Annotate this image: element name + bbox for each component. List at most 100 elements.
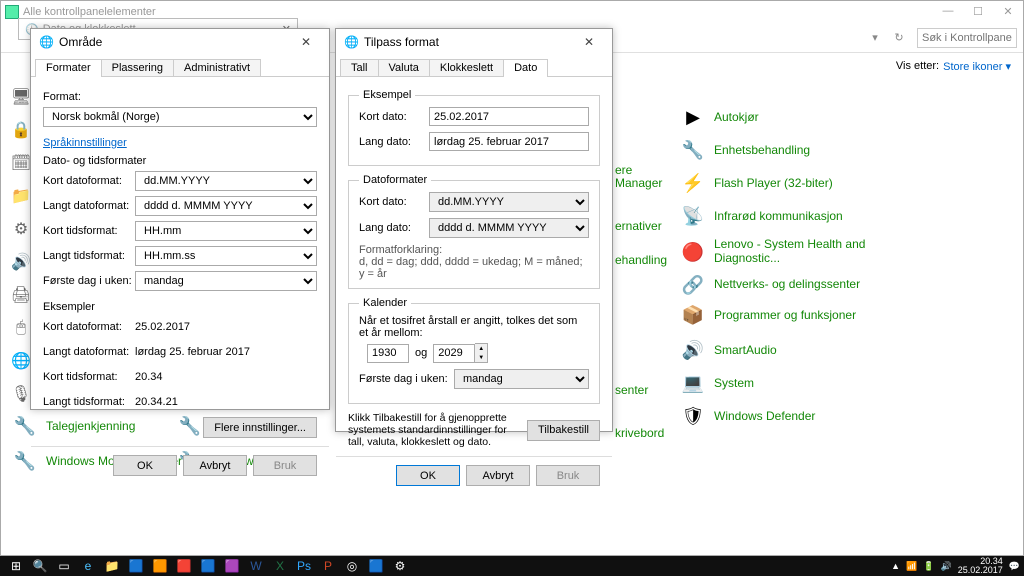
ok-button[interactable]: OK xyxy=(113,455,177,476)
cp-item[interactable]: 🔧Enhetsbehandling xyxy=(680,135,810,165)
photoshop-icon[interactable]: Ps xyxy=(292,557,316,575)
edge-icon[interactable]: e xyxy=(76,557,100,575)
short-date-combo[interactable]: dd.MM.YYYY xyxy=(135,171,317,191)
cp-item[interactable]: ▶Autokjør xyxy=(680,102,759,132)
first-day-combo[interactable]: mandag xyxy=(454,369,589,389)
tab-number[interactable]: Tall xyxy=(340,59,379,76)
region-buttons: OK Avbryt Bruk xyxy=(31,446,329,484)
apply-button[interactable]: Bruk xyxy=(536,465,600,486)
search-icon[interactable]: 🔍 xyxy=(28,557,52,575)
more-settings-button[interactable]: Flere innstillinger... xyxy=(203,417,317,438)
long-time-combo[interactable]: HH.mm.ss xyxy=(135,246,317,266)
reset-button[interactable]: Tilbakestill xyxy=(527,420,600,441)
cp-item-label: Enhetsbehandling xyxy=(714,143,810,157)
cp-item[interactable]: 💻System xyxy=(680,368,754,398)
tab-date[interactable]: Dato xyxy=(503,59,548,77)
first-day-combo[interactable]: mandag xyxy=(135,271,317,291)
ok-button[interactable]: OK xyxy=(396,465,460,486)
format-combo[interactable]: Norsk bokmål (Norge) xyxy=(43,107,317,127)
cp-item[interactable]: 🔴Lenovo - System Health and Diagnostic..… xyxy=(680,234,874,270)
generic-icon[interactable]: 🔊 xyxy=(10,245,32,278)
close-icon[interactable]: ✕ xyxy=(574,35,604,49)
microphone-icon[interactable]: 🎙 xyxy=(10,377,32,410)
tab-currency[interactable]: Valuta xyxy=(378,59,430,76)
app-icon[interactable]: 🟧 xyxy=(148,557,172,575)
dropdown-icon[interactable]: ▾ xyxy=(865,31,885,44)
close-icon[interactable]: ✕ xyxy=(291,35,321,49)
cp-item-partial[interactable]: ehandling xyxy=(615,245,667,275)
generic-icon[interactable]: 🌐 xyxy=(10,344,32,377)
start-button[interactable]: ⊞ xyxy=(4,557,28,575)
cp-item[interactable]: 🔗Nettverks- og delingssenter xyxy=(680,267,860,303)
custom-buttons: OK Avbryt Bruk xyxy=(336,456,612,494)
app-icon[interactable]: 🟦 xyxy=(364,557,388,575)
generic-icon[interactable]: ⚙ xyxy=(10,212,32,245)
battery-icon[interactable]: 🔋 xyxy=(923,561,934,572)
cp-item[interactable]: 📦Programmer og funksjoner xyxy=(680,300,856,330)
app-icon[interactable]: ⚙ xyxy=(388,557,412,575)
language-settings-link[interactable]: Språkinnstillinger xyxy=(43,137,127,149)
cp-item-label: ehandling xyxy=(615,253,667,267)
generic-icon[interactable]: 🔒 xyxy=(10,113,32,146)
cp-item[interactable]: 🔊SmartAudio xyxy=(680,335,777,365)
generic-icon[interactable]: 🖥 xyxy=(10,80,32,113)
cp-item-partial[interactable]: ernativer xyxy=(615,211,662,241)
apply-button[interactable]: Bruk xyxy=(253,455,317,476)
long-fmt-combo[interactable]: dddd d. MMMM YYYY xyxy=(429,218,589,238)
tray-icon[interactable]: ▲ xyxy=(891,561,900,571)
generic-icon[interactable]: 🖨 xyxy=(10,278,32,311)
app-icon[interactable]: 🟪 xyxy=(220,557,244,575)
word-icon[interactable]: W xyxy=(244,557,268,575)
examples-heading: Eksempler xyxy=(43,301,317,313)
cp-item-partial[interactable]: senter xyxy=(615,375,648,405)
cp-item-label: senter xyxy=(615,383,648,397)
cp-item-icon: 🛡 xyxy=(680,403,706,429)
app-icon[interactable]: 🟦 xyxy=(196,557,220,575)
close-button[interactable]: ✕ xyxy=(993,1,1023,21)
search-input[interactable] xyxy=(917,28,1017,48)
short-time-combo[interactable]: HH.mm xyxy=(135,221,317,241)
region-title: Område xyxy=(59,35,102,49)
task-view-icon[interactable]: ▭ xyxy=(52,557,76,575)
tab-location[interactable]: Plassering xyxy=(101,59,174,76)
cancel-button[interactable]: Avbryt xyxy=(183,455,247,476)
year-to[interactable] xyxy=(433,344,475,363)
cp-item[interactable]: 📡Infrarød kommunikasjon xyxy=(680,201,843,231)
refresh-icon[interactable]: ↻ xyxy=(889,31,909,44)
long-date-combo[interactable]: dddd d. MMMM YYYY xyxy=(135,196,317,216)
app-icon[interactable]: 🟥 xyxy=(172,557,196,575)
cp-item-partial[interactable]: krivebord xyxy=(615,418,664,448)
volume-icon[interactable]: 🔊 xyxy=(941,561,952,572)
cp-item-icon: ⚡ xyxy=(680,170,706,196)
year-spinner[interactable]: ▲▼ xyxy=(475,343,488,363)
tab-admin[interactable]: Administrativt xyxy=(173,59,261,76)
generic-icon[interactable]: 📁 xyxy=(10,179,32,212)
cp-item[interactable]: 🛡Windows Defender xyxy=(680,401,815,431)
network-icon[interactable]: 📶 xyxy=(906,561,917,572)
generic-icon[interactable]: 🗓 xyxy=(10,146,32,179)
ex-short-time-label: Kort tidsformat: xyxy=(43,371,135,383)
short-fmt-combo[interactable]: dd.MM.YYYY xyxy=(429,192,589,212)
powerpoint-icon[interactable]: P xyxy=(316,557,340,575)
cp-item-icon: 💻 xyxy=(680,370,706,396)
cancel-button[interactable]: Avbryt xyxy=(466,465,530,486)
notifications-icon[interactable]: 💬 xyxy=(1009,561,1020,572)
control-panel-icon xyxy=(5,5,19,19)
maximize-button[interactable]: ☐ xyxy=(963,1,993,21)
tab-time[interactable]: Klokkeslett xyxy=(429,59,504,76)
tab-formats[interactable]: Formater xyxy=(35,59,102,77)
short-time-label: Kort tidsformat: xyxy=(43,225,135,237)
explorer-icon[interactable]: 📁 xyxy=(100,557,124,575)
cp-item[interactable]: ⚡Flash Player (32-biter) xyxy=(680,168,833,198)
cp-item-label: Lenovo - System Health and Diagnostic... xyxy=(714,238,874,266)
view-value[interactable]: Store ikoner ▾ xyxy=(943,60,1011,73)
app-icon[interactable]: 🟦 xyxy=(124,557,148,575)
system-tray: ▲ 📶 🔋 🔊 20.34 25.02.2017 💬 xyxy=(891,557,1020,575)
year-from xyxy=(367,344,409,363)
generic-icon[interactable]: 🖱 xyxy=(10,311,32,344)
chrome-icon[interactable]: ◎ xyxy=(340,557,364,575)
taskbar-clock[interactable]: 20.34 25.02.2017 xyxy=(958,557,1003,575)
minimize-button[interactable]: — xyxy=(933,1,963,21)
excel-icon[interactable]: X xyxy=(268,557,292,575)
cp-item-partial[interactable]: Manager xyxy=(615,168,662,198)
